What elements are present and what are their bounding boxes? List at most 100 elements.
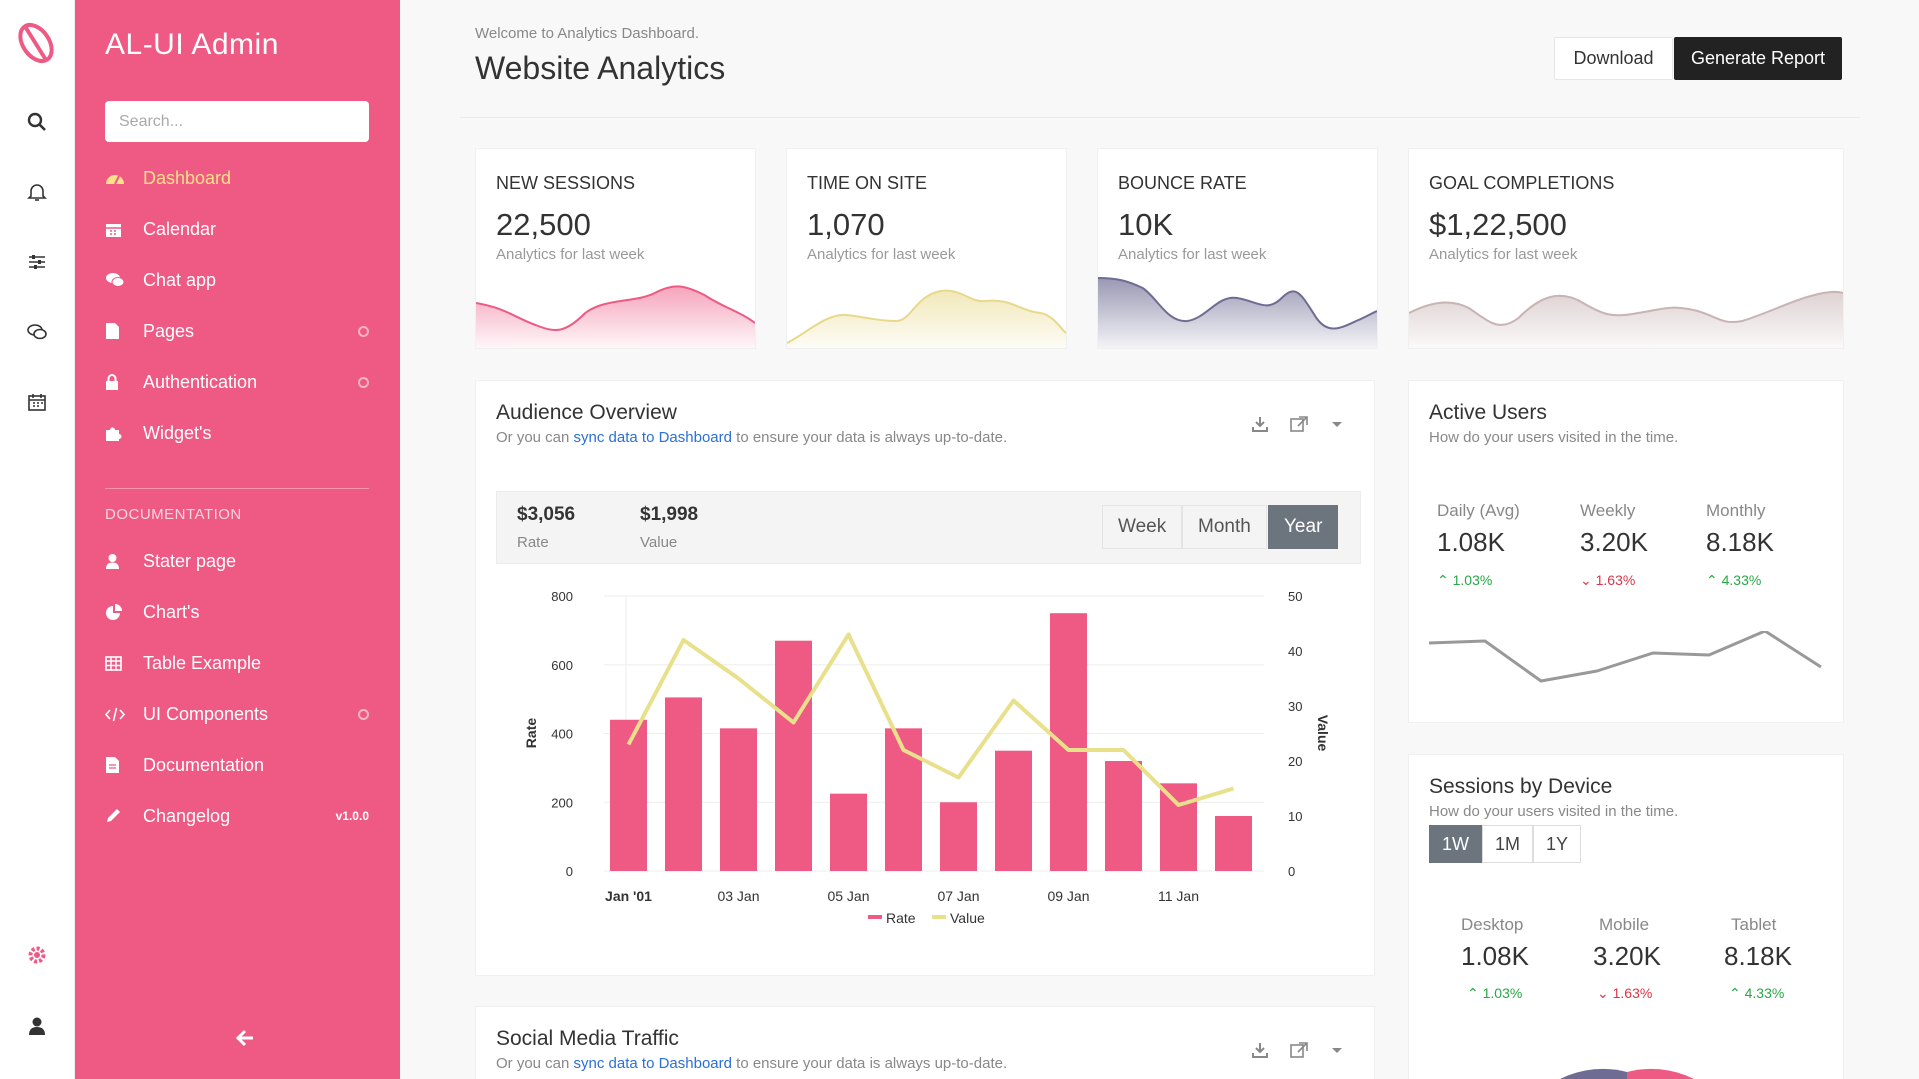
download-icon[interactable] [1252,416,1268,432]
stat-card-new-sessions: NEW SESSIONS 22,500 Analytics for last w… [475,148,756,349]
subtitle-text: Or you can [496,429,574,446]
period-toggle: 1W 1M 1Y [1429,825,1582,863]
expand-indicator[interactable] [358,708,369,720]
generate-report-button[interactable]: Generate Report [1674,37,1842,80]
stat-subtitle: Analytics for last week [1118,246,1267,263]
bell-icon[interactable] [22,177,52,207]
expand-indicator[interactable] [358,325,369,337]
x-tick-label: 07 Jan [937,888,979,904]
sidebar-item-pages[interactable]: Pages [105,313,375,349]
tab-1w[interactable]: 1W [1429,825,1482,863]
y2-axis-title: Value [1315,715,1331,752]
line-value [626,632,1235,807]
sidebar-item-calendar[interactable]: Calendar [105,211,375,247]
sidebar-item-starter-page[interactable]: Stater page [105,543,375,579]
change-text: 4.33% [1744,985,1785,1001]
external-link-icon[interactable] [1290,1042,1308,1058]
chevron-up-icon: ⌃ [1437,572,1453,588]
weekly-value: 3.20K [1580,527,1648,557]
sidebar-item-label: UI Components [143,703,269,724]
legend-swatch-rate [868,915,882,919]
value-value: $1,998 [640,504,699,525]
stat-value: 22,500 [496,207,591,242]
sidebar-item-label: Pages [143,320,195,341]
desktop-value: 1.08K [1461,941,1529,971]
y2-tick-label: 0 [1288,864,1295,879]
user-icon[interactable] [22,1011,52,1041]
sidebar-item-charts[interactable]: Chart's [105,594,375,630]
card-subtitle: Or you can sync data to Dashboard to ens… [496,429,1007,446]
bar-rate [775,640,812,871]
sidebar-item-chat-app[interactable]: Chat app [105,262,375,298]
tab-month[interactable]: Month [1182,505,1267,549]
mobile-change: ⌄ 1.63% [1597,985,1652,1002]
sidebar-item-changelog[interactable]: Changelog v1.0.0 [105,798,375,834]
calendar-icon[interactable] [22,387,52,417]
arrow-left-icon[interactable] [233,1026,257,1050]
y-tick-label: 200 [551,795,573,810]
sidebar-item-label: Table Example [143,652,262,673]
sliders-icon[interactable] [22,247,52,277]
section-label: DOCUMENTATION [105,506,242,523]
rate-value: $3,056 [517,504,576,525]
welcome-text: Welcome to Analytics Dashboard. [475,25,699,42]
sidebar-item-label: Stater page [143,550,237,571]
version-badge: v1.0.0 [335,809,369,823]
card-title: Social Media Traffic [496,1027,679,1050]
tab-1m[interactable]: 1M [1482,825,1534,863]
caret-down-icon[interactable] [1330,416,1344,432]
monthly-change: ⌃ 4.33% [1706,572,1761,589]
expand-indicator[interactable] [358,376,369,388]
audience-summary-bar: $3,056 Rate $1,998 Value Week Month Year [496,491,1361,564]
stat-card-goal-completions: GOAL COMPLETIONS $1,22,500 Analytics for… [1408,148,1844,349]
sessions-by-device-card: Sessions by Device How do your users vis… [1408,754,1844,1079]
sidebar-item-label: Documentation [143,754,265,775]
app-logo-icon[interactable] [14,18,60,68]
search-input[interactable] [105,101,369,142]
search-icon[interactable] [22,107,52,137]
tab-year[interactable]: Year [1268,505,1339,549]
header-divider [460,117,1860,118]
stat-subtitle: Analytics for last week [1429,246,1578,263]
sidebar-item-documentation[interactable]: Documentation [105,747,375,783]
x-tick-label: Jan '01 [605,888,652,904]
gear-icon[interactable] [22,940,52,970]
download-icon[interactable] [1252,1042,1268,1058]
sidebar-item-ui-components[interactable]: UI Components [105,696,375,732]
card-subtitle: Or you can sync data to Dashboard to ens… [496,1055,1007,1072]
subtitle-text: Or you can [496,1055,574,1072]
chat-icon[interactable] [22,317,52,347]
y-tick-label: 800 [551,589,573,604]
sparkline-bounce-rate [1098,277,1377,348]
sidebar-item-widgets[interactable]: Widget's [105,415,375,451]
tab-week[interactable]: Week [1102,505,1183,549]
sidebar-item-label: Widget's [143,422,212,443]
sidebar-item-authentication[interactable]: Authentication [105,364,375,400]
y2-tick-label: 20 [1288,754,1302,769]
monthly-value: 8.18K [1706,527,1774,557]
daily-avg-label: Daily (Avg) [1437,501,1520,520]
lock-icon [105,373,143,391]
sparkline-time-on-site [787,289,1066,348]
daily-avg-change: ⌃ 1.03% [1437,572,1492,589]
sync-data-link[interactable]: sync data to Dashboard [574,1055,732,1072]
icon-rail [0,0,75,1079]
sidebar-item-table-example[interactable]: Table Example [105,645,375,681]
change-text: 4.33% [1721,572,1762,588]
sidebar-item-dashboard[interactable]: Dashboard [105,160,375,196]
bar-rate [665,697,702,871]
download-button[interactable]: Download [1554,37,1673,80]
caret-down-icon[interactable] [1330,1042,1344,1058]
external-link-icon[interactable] [1290,416,1308,432]
card-title: Active Users [1429,401,1547,424]
code-icon [105,707,143,722]
sidebar-item-label: Chart's [143,601,200,622]
sync-data-link[interactable]: sync data to Dashboard [574,429,732,446]
card-tools [1252,1042,1344,1058]
active-users-line [1429,631,1822,683]
change-text: 1.63% [1612,985,1653,1001]
tab-1y[interactable]: 1Y [1533,825,1582,863]
card-subtitle: How do your users visited in the time. [1429,803,1679,820]
rate-label: Rate [517,534,549,551]
card-subtitle: How do your users visited in the time. [1429,429,1679,446]
